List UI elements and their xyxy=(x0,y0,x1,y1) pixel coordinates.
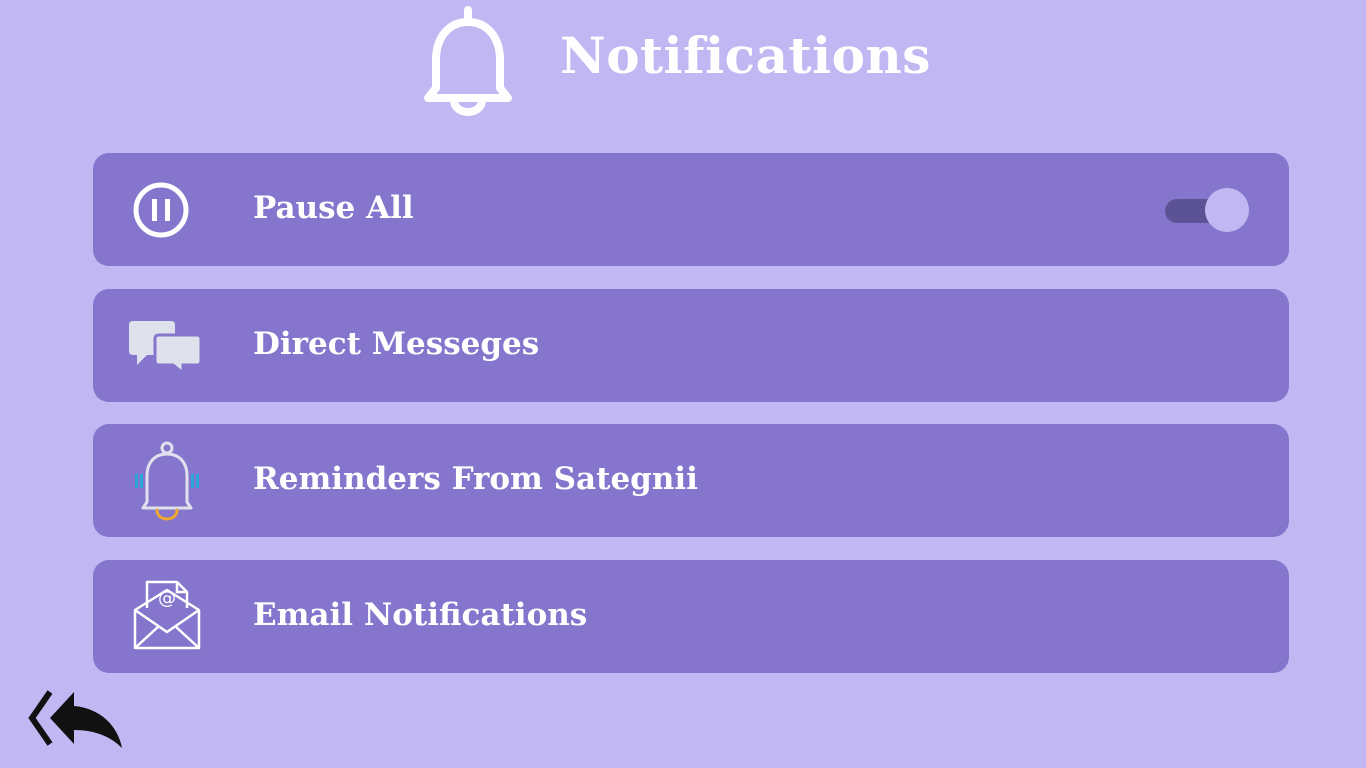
settings-item-pause-all[interactable]: Pause All xyxy=(93,153,1289,266)
header: Notifications xyxy=(0,0,1366,130)
chat-bubbles-icon xyxy=(129,321,203,377)
pause-icon xyxy=(133,182,189,238)
page-title: Notifications xyxy=(560,26,931,85)
reply-all-icon[interactable] xyxy=(28,686,128,750)
email-icon: @ xyxy=(133,580,201,650)
settings-item-reminders[interactable]: Reminders From Sategnii xyxy=(93,424,1289,537)
settings-item-email-notifications[interactable]: @ Email Notifications xyxy=(93,560,1289,673)
settings-item-label: Reminders From Sategnii xyxy=(253,461,698,497)
ringing-bell-icon xyxy=(135,441,199,521)
bell-icon xyxy=(424,6,512,116)
settings-item-direct-messages[interactable]: Direct Messeges xyxy=(93,289,1289,402)
toggle-knob xyxy=(1205,188,1249,232)
settings-item-label: Pause All xyxy=(253,190,414,226)
settings-item-label: Email Notifications xyxy=(253,597,588,633)
settings-item-label: Direct Messeges xyxy=(253,326,540,362)
pause-all-toggle[interactable] xyxy=(1163,187,1249,233)
